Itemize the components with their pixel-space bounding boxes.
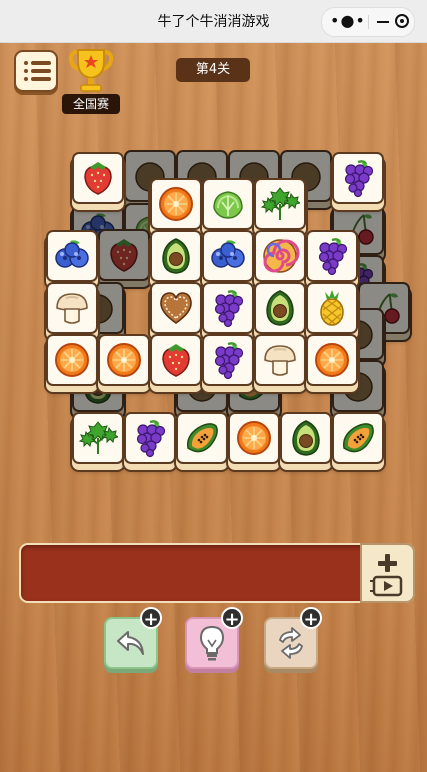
front-tile-8[interactable] (254, 230, 306, 282)
grapes-icon (130, 418, 170, 458)
shuffle-plus-badge[interactable]: + (300, 607, 322, 630)
heart-cookie-icon (156, 288, 196, 328)
blueberry-icon (208, 236, 248, 276)
front-tile-7[interactable] (202, 230, 254, 282)
front-tile-9[interactable] (306, 230, 358, 282)
front-tile-26[interactable] (332, 412, 384, 464)
front-tile-18[interactable] (202, 334, 254, 386)
front-tile-10[interactable] (46, 282, 98, 334)
front-tile-14[interactable] (306, 282, 358, 334)
papaya-icon (338, 418, 378, 458)
front-tile-11[interactable] (150, 282, 202, 334)
grapes-icon (338, 158, 378, 198)
close-record-icon[interactable] (395, 14, 409, 28)
undo-plus-badge[interactable]: + (140, 607, 162, 630)
level-indicator: 第4关 (176, 58, 250, 82)
list-menu-icon (24, 61, 28, 65)
front-tile-6[interactable] (150, 230, 202, 282)
grapes-icon (208, 340, 248, 380)
avocado-icon (286, 418, 326, 458)
front-tile-13[interactable] (254, 282, 306, 334)
front-tile-17[interactable] (150, 334, 202, 386)
orange-icon (156, 184, 196, 224)
front-tile-5[interactable] (46, 230, 98, 282)
orange-icon (52, 340, 92, 380)
grapes-icon (312, 236, 352, 276)
avocado-icon (156, 236, 196, 276)
orange-icon (312, 340, 352, 380)
grapes-icon (208, 288, 248, 328)
front-tile-21[interactable] (72, 412, 124, 464)
strawberry-icon (104, 235, 144, 275)
mushroom-icon (52, 288, 92, 328)
selection-tray (19, 543, 415, 603)
menu-button[interactable] (14, 50, 58, 92)
capsule-divider (368, 15, 369, 29)
back-tile-7 (98, 229, 150, 281)
front-tile-1[interactable] (332, 152, 384, 204)
shuffle-arrows-icon (279, 627, 303, 659)
mini-program-capsule: •●• (321, 7, 415, 37)
window-title-bar: 牛了个牛消消游戏 •●• (0, 0, 427, 43)
trophy-button[interactable] (66, 46, 116, 94)
front-tile-2[interactable] (150, 178, 202, 230)
front-tile-20[interactable] (306, 334, 358, 386)
orange-icon (234, 418, 274, 458)
undo-arrow-icon (117, 631, 144, 655)
front-tile-19[interactable] (254, 334, 306, 386)
add-slot-video-icon (370, 554, 403, 597)
front-tile-12[interactable] (202, 282, 254, 334)
front-tile-15[interactable] (46, 334, 98, 386)
minimize-icon[interactable] (377, 21, 389, 23)
parsley-icon (78, 418, 118, 458)
pineapple-icon (312, 288, 352, 328)
front-tile-4[interactable] (254, 178, 306, 230)
hint-plus-badge[interactable]: + (221, 607, 243, 630)
front-tile-0[interactable] (72, 152, 124, 204)
front-tile-22[interactable] (124, 412, 176, 464)
lettuce-icon (208, 184, 248, 224)
front-tile-25[interactable] (280, 412, 332, 464)
strawberry-icon (78, 158, 118, 198)
swirl-candy-icon (260, 236, 300, 276)
papaya-icon (182, 418, 222, 458)
avocado-icon (260, 288, 300, 328)
trophy-label: 全国赛 (62, 94, 120, 114)
front-tile-24[interactable] (228, 412, 280, 464)
front-tile-3[interactable] (202, 178, 254, 230)
more-dots-icon[interactable]: •●• (330, 11, 366, 30)
blueberry-icon (52, 236, 92, 276)
strawberry-icon (156, 340, 196, 380)
front-tile-23[interactable] (176, 412, 228, 464)
front-tile-16[interactable] (98, 334, 150, 386)
add-slot-button[interactable] (360, 543, 415, 603)
orange-icon (104, 340, 144, 380)
gold-trophy-icon (68, 49, 114, 92)
parsley-icon (260, 184, 300, 224)
mushroom-icon (260, 340, 300, 380)
